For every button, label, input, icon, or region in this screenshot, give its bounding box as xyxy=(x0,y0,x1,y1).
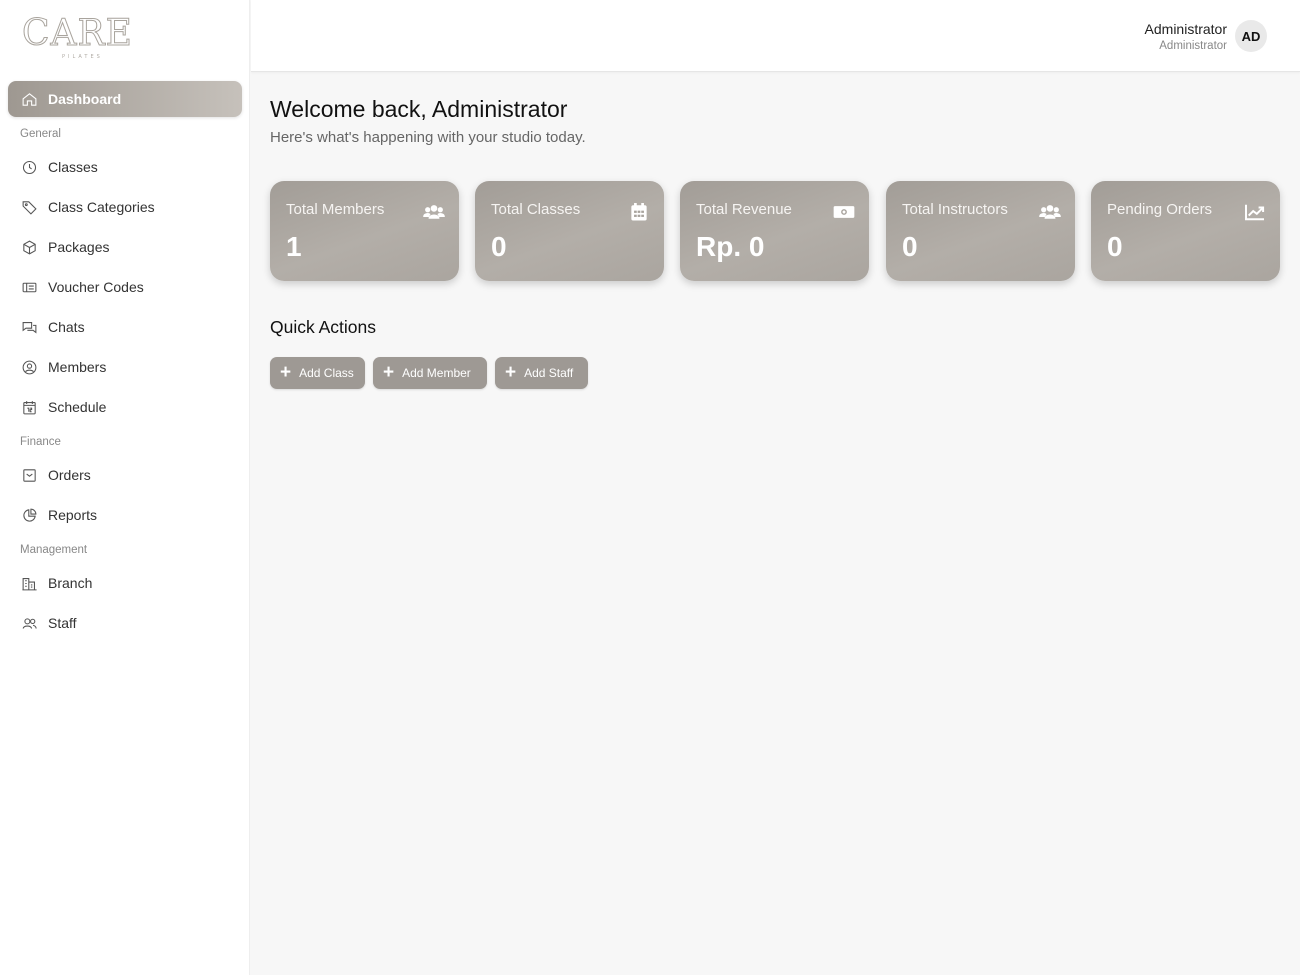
users-icon xyxy=(1039,203,1061,221)
stat-label: Total Revenue xyxy=(696,201,792,218)
sidebar-item-label: Dashboard xyxy=(48,91,122,107)
sidebar-item-classes[interactable]: Classes xyxy=(8,149,242,185)
sidebar-item-staff[interactable]: Staff xyxy=(8,605,242,641)
stat-value: 0 xyxy=(1107,231,1123,262)
clock-icon xyxy=(21,159,38,176)
sidebar: CARE PILATES Dashboard General Classes C… xyxy=(0,0,250,975)
stat-value: Rp. 0 xyxy=(696,231,765,262)
stat-card-pending-orders[interactable]: Pending Orders 0 xyxy=(1091,181,1280,281)
user-info: Administrator Administrator xyxy=(1145,21,1227,52)
sidebar-item-chats[interactable]: Chats xyxy=(8,309,242,345)
sidebar-item-label: Reports xyxy=(48,507,98,523)
page-title: Welcome back, Administrator xyxy=(270,96,568,122)
top-header: Administrator Administrator AD xyxy=(251,0,1300,72)
sidebar-item-label: Staff xyxy=(48,615,77,631)
logo-wordmark: CARE xyxy=(22,13,133,54)
sidebar-item-class-categories[interactable]: Class Categories xyxy=(8,189,242,225)
sidebar-item-label: Orders xyxy=(48,467,91,483)
stat-card-total-classes[interactable]: Total Classes 0 xyxy=(475,181,664,281)
sidebar-item-label: Schedule xyxy=(48,399,107,415)
user-menu[interactable]: Administrator Administrator AD xyxy=(1145,20,1267,52)
plus-icon: + xyxy=(505,361,517,383)
avatar[interactable]: AD xyxy=(1235,20,1267,52)
logo-subtitle: PILATES xyxy=(62,54,103,60)
building-icon xyxy=(21,575,38,592)
tag-icon xyxy=(21,199,38,216)
sidebar-item-members[interactable]: Members xyxy=(8,349,242,385)
sidebar-item-schedule[interactable]: Schedule xyxy=(8,389,242,425)
stat-label: Pending Orders xyxy=(1107,201,1213,218)
user-circle-icon xyxy=(21,359,38,376)
sidebar-item-branch[interactable]: Branch xyxy=(8,565,242,601)
package-icon xyxy=(21,239,38,256)
sidebar-item-label: Voucher Codes xyxy=(48,279,144,295)
sidebar-item-voucher-codes[interactable]: Voucher Codes xyxy=(8,269,242,305)
sidebar-item-label: Chats xyxy=(48,319,85,335)
stat-card-total-instructors[interactable]: Total Instructors 0 xyxy=(886,181,1075,281)
section-general: General xyxy=(20,128,61,140)
users-icon xyxy=(423,203,445,221)
calendar-icon xyxy=(628,203,650,221)
sidebar-item-label: Packages xyxy=(48,239,110,255)
chart-line-icon xyxy=(1244,203,1266,221)
sidebar-item-label: Class Categories xyxy=(48,199,155,215)
sidebar-item-label: Branch xyxy=(48,575,93,591)
brand-logo[interactable]: CARE PILATES xyxy=(22,13,142,62)
button-label: Add Member xyxy=(402,366,471,380)
sidebar-item-dashboard[interactable]: Dashboard xyxy=(8,81,242,117)
inbox-icon xyxy=(21,467,38,484)
money-icon xyxy=(833,203,855,221)
plus-icon: + xyxy=(280,361,292,383)
add-class-button[interactable]: + Add Class xyxy=(270,357,365,389)
add-member-button[interactable]: + Add Member xyxy=(373,357,487,389)
plus-icon: + xyxy=(383,361,395,383)
button-label: Add Staff xyxy=(524,366,574,380)
users-icon xyxy=(21,615,38,632)
page-subtitle: Here's what's happening with your studio… xyxy=(270,129,586,146)
stat-label: Total Members xyxy=(286,201,385,218)
stat-label: Total Classes xyxy=(491,201,581,218)
section-management: Management xyxy=(20,544,88,556)
sidebar-item-label: Members xyxy=(48,359,107,375)
stat-card-total-revenue[interactable]: Total Revenue Rp. 0 xyxy=(680,181,869,281)
button-label: Add Class xyxy=(299,366,354,380)
chat-icon xyxy=(21,319,38,336)
add-staff-button[interactable]: + Add Staff xyxy=(495,357,588,389)
calendar-icon xyxy=(21,399,38,416)
pie-chart-icon xyxy=(21,507,38,524)
stat-value: 0 xyxy=(491,231,507,262)
sidebar-item-orders[interactable]: Orders xyxy=(8,457,242,493)
stat-label: Total Instructors xyxy=(902,201,1008,218)
sidebar-item-label: Classes xyxy=(48,159,98,175)
app-root: CARE PILATES Dashboard General Classes C… xyxy=(0,0,1300,975)
sidebar-item-packages[interactable]: Packages xyxy=(8,229,242,265)
stat-value: 0 xyxy=(902,231,918,262)
stat-value: 1 xyxy=(286,231,302,262)
section-finance: Finance xyxy=(20,436,61,448)
user-name: Administrator xyxy=(1144,20,1227,37)
home-icon xyxy=(21,91,38,108)
sidebar-item-reports[interactable]: Reports xyxy=(8,497,242,533)
stat-card-total-members[interactable]: Total Members 1 xyxy=(270,181,459,281)
user-role: Administrator xyxy=(1159,39,1227,52)
ticket-icon xyxy=(21,279,38,296)
quick-actions-title: Quick Actions xyxy=(270,317,377,337)
